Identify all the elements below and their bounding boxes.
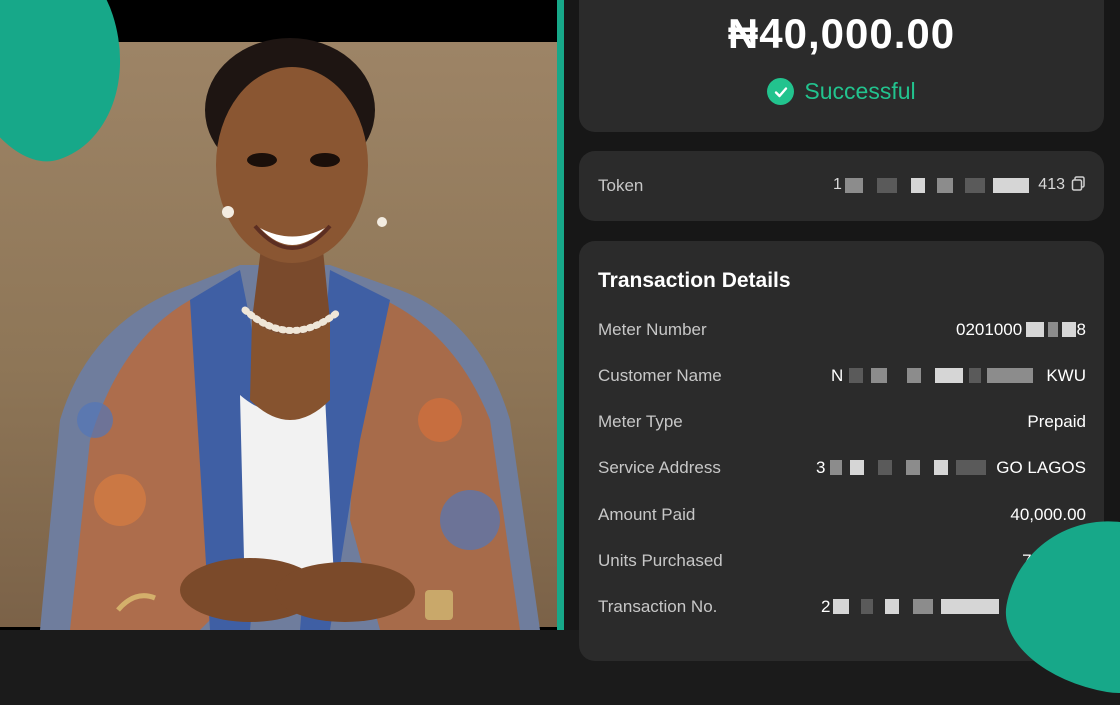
- check-circle-icon: [767, 78, 795, 105]
- detail-label: Customer Name: [598, 366, 722, 385]
- panel-divider: [557, 0, 564, 630]
- amount-card: ₦40,000.00 Successful: [579, 0, 1104, 132]
- detail-value: Prepaid: [1027, 412, 1086, 431]
- detail-row-meter-number: Meter Number 0201000 8: [598, 318, 1086, 342]
- detail-label: Amount Paid: [598, 505, 696, 524]
- detail-row-units-purchased: Units Purchased 72: [598, 549, 1086, 573]
- details-title: Transaction Details: [598, 269, 791, 292]
- detail-label: Transaction No.: [598, 597, 718, 616]
- status-row: Successful: [579, 78, 1104, 105]
- token-label: Token: [598, 176, 644, 195]
- token-value: 1 413: [833, 176, 1086, 196]
- detail-label: Units Purchased: [598, 551, 723, 570]
- detail-label: Meter Number: [598, 320, 707, 339]
- status-text: Successful: [804, 78, 916, 104]
- receipt-panel: ₦40,000.00 Successful Token 1 413 Transa…: [564, 0, 1120, 661]
- detail-value: 40,000.00: [1010, 505, 1086, 524]
- detail-label: Meter Type: [598, 412, 683, 431]
- amount-value: ₦40,000.00: [727, 10, 956, 57]
- detail-value: 0201000 8: [956, 320, 1086, 339]
- token-card: Token 1 413: [579, 151, 1104, 221]
- token-masked: 1 413: [833, 176, 1065, 193]
- detail-row-customer-name: Customer Name N KWU: [598, 364, 1086, 388]
- detail-value: N KWU: [831, 366, 1086, 385]
- token-row: Token 1 413: [598, 176, 1086, 196]
- detail-label: Service Address: [598, 458, 721, 477]
- detail-row-meter-type: Meter Type Prepaid: [598, 410, 1086, 434]
- copy-icon[interactable]: [1071, 176, 1086, 196]
- detail-row-service-address: Service Address 3 GO LAGOS: [598, 456, 1086, 480]
- detail-value: 3 GO LAGOS: [816, 458, 1086, 477]
- detail-row-amount-paid: Amount Paid 40,000.00: [598, 503, 1086, 527]
